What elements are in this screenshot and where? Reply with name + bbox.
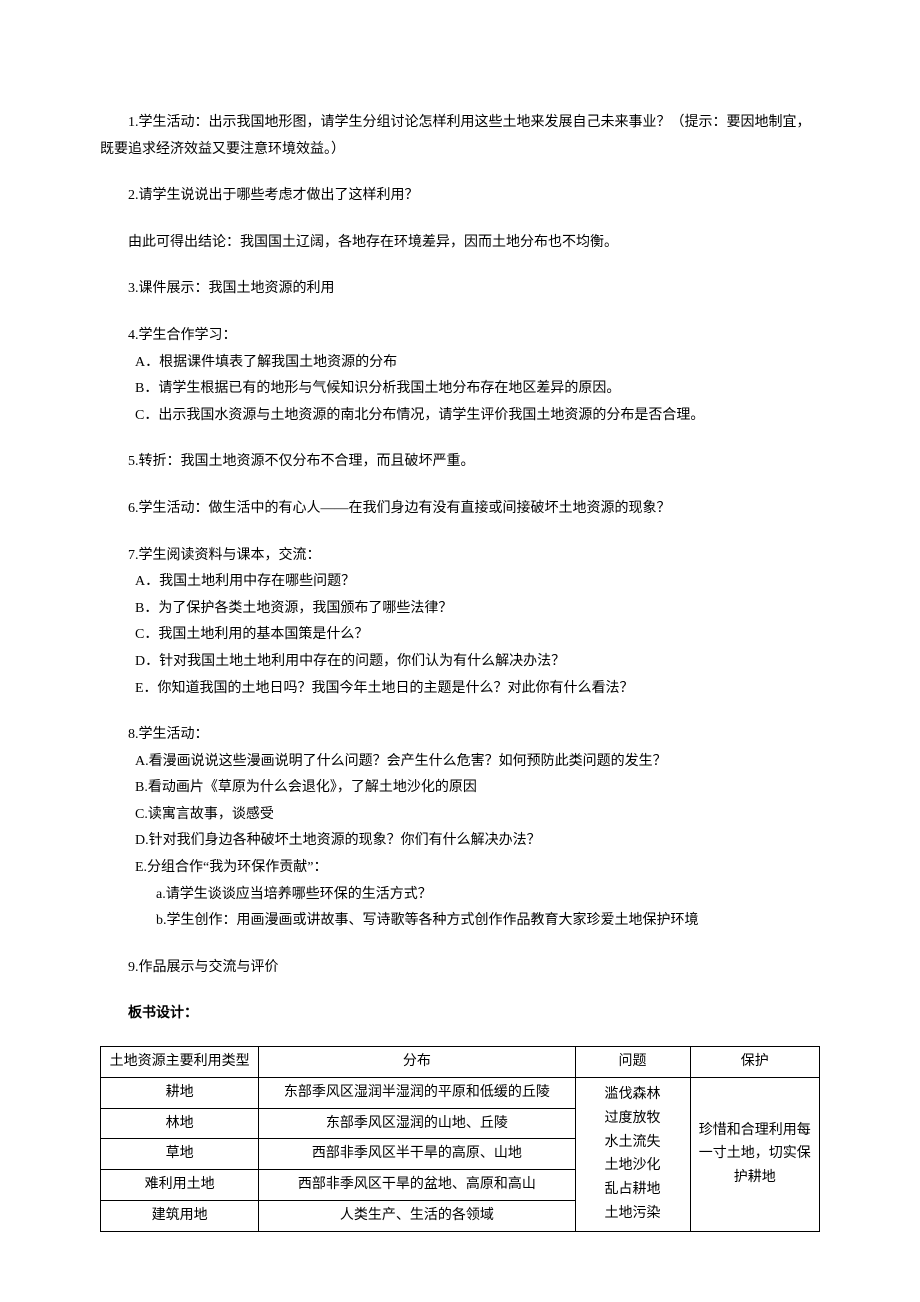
cell-dist-1: 东部季风区湿润的山地、丘陵 (259, 1108, 575, 1139)
activity-4-c: C．出示我国水资源与土地资源的南北分布情况，请学生评价我国土地资源的分布是否合理… (100, 403, 820, 430)
cell-dist-4: 人类生产、生活的各领域 (259, 1201, 575, 1232)
activity-3: 3.课件展示：我国土地资源的利用 (100, 276, 820, 303)
table-row: 耕地 东部季风区湿润半湿润的平原和低缓的丘陵 滥伐森林 过度放牧 水土流失 土地… (101, 1077, 820, 1108)
cell-type-2: 草地 (101, 1139, 259, 1170)
board-design-header: 板书设计： (100, 1001, 820, 1028)
board-design-table: 土地资源主要利用类型 分布 问题 保护 耕地 东部季风区湿润半湿润的平原和低缓的… (100, 1046, 820, 1232)
activity-1: 1.学生活动：出示我国地形图，请学生分组讨论怎样利用这些土地来发展自己未来事业？… (100, 110, 820, 163)
cell-type-0: 耕地 (101, 1077, 259, 1108)
header-protect: 保护 (690, 1047, 819, 1078)
activity-2-conclusion: 由此可得出结论：我国国土辽阔，各地存在环境差异，因而土地分布也不均衡。 (100, 230, 820, 257)
header-dist: 分布 (259, 1047, 575, 1078)
activity-8-b: B.看动画片《草原为什么会退化》，了解土地沙化的原因 (100, 775, 820, 802)
activity-5: 5.转折：我国土地资源不仅分布不合理，而且破坏严重。 (100, 449, 820, 476)
activity-8-c: C.读寓言故事，谈感受 (100, 802, 820, 829)
activity-7-d: D．针对我国土地土地利用中存在的问题，你们认为有什么解决办法？ (100, 649, 820, 676)
header-type: 土地资源主要利用类型 (101, 1047, 259, 1078)
activity-4: 4.学生合作学习： (100, 323, 820, 350)
activity-8-d: D.针对我们身边各种破坏土地资源的现象？你们有什么解决办法？ (100, 828, 820, 855)
activity-8-e-a: a.请学生谈谈应当培养哪些环保的生活方式？ (100, 882, 820, 909)
table-header-row: 土地资源主要利用类型 分布 问题 保护 (101, 1047, 820, 1078)
cell-dist-3: 西部非季风区干旱的盆地、高原和高山 (259, 1170, 575, 1201)
activity-8-a: A.看漫画说说这些漫画说明了什么问题？会产生什么危害？如何预防此类问题的发生？ (100, 749, 820, 776)
cell-problems: 滥伐森林 过度放牧 水土流失 土地沙化 乱占耕地 土地污染 (575, 1077, 690, 1231)
cell-type-1: 林地 (101, 1108, 259, 1139)
activity-8: 8.学生活动： (100, 722, 820, 749)
cell-protection: 珍惜和合理利用每一寸土地，切实保护耕地 (690, 1077, 819, 1231)
activity-2: 2.请学生说说出于哪些考虑才做出了这样利用？ (100, 183, 820, 210)
activity-7-a: A．我国土地利用中存在哪些问题？ (100, 569, 820, 596)
activity-4-a: A．根据课件填表了解我国土地资源的分布 (100, 350, 820, 377)
cell-dist-0: 东部季风区湿润半湿润的平原和低缓的丘陵 (259, 1077, 575, 1108)
activity-7: 7.学生阅读资料与课本，交流： (100, 543, 820, 570)
activity-7-e: E．你知道我国的土地日吗？我国今年土地日的主题是什么？对此你有什么看法？ (100, 676, 820, 703)
activity-6: 6.学生活动：做生活中的有心人——在我们身边有没有直接或间接破坏土地资源的现象？ (100, 496, 820, 523)
activity-7-c: C．我国土地利用的基本国策是什么？ (100, 622, 820, 649)
cell-dist-2: 西部非季风区半干旱的高原、山地 (259, 1139, 575, 1170)
cell-type-4: 建筑用地 (101, 1201, 259, 1232)
header-problem: 问题 (575, 1047, 690, 1078)
activity-4-b: B．请学生根据已有的地形与气候知识分析我国土地分布存在地区差异的原因。 (100, 376, 820, 403)
activity-8-e: E.分组合作“我为环保作贡献”： (100, 855, 820, 882)
activity-8-e-b: b.学生创作：用画漫画或讲故事、写诗歌等各种方式创作作品教育大家珍爱土地保护环境 (100, 908, 820, 935)
cell-type-3: 难利用土地 (101, 1170, 259, 1201)
activity-9: 9.作品展示与交流与评价 (100, 955, 820, 982)
activity-7-b: B．为了保护各类土地资源，我国颁布了哪些法律？ (100, 596, 820, 623)
